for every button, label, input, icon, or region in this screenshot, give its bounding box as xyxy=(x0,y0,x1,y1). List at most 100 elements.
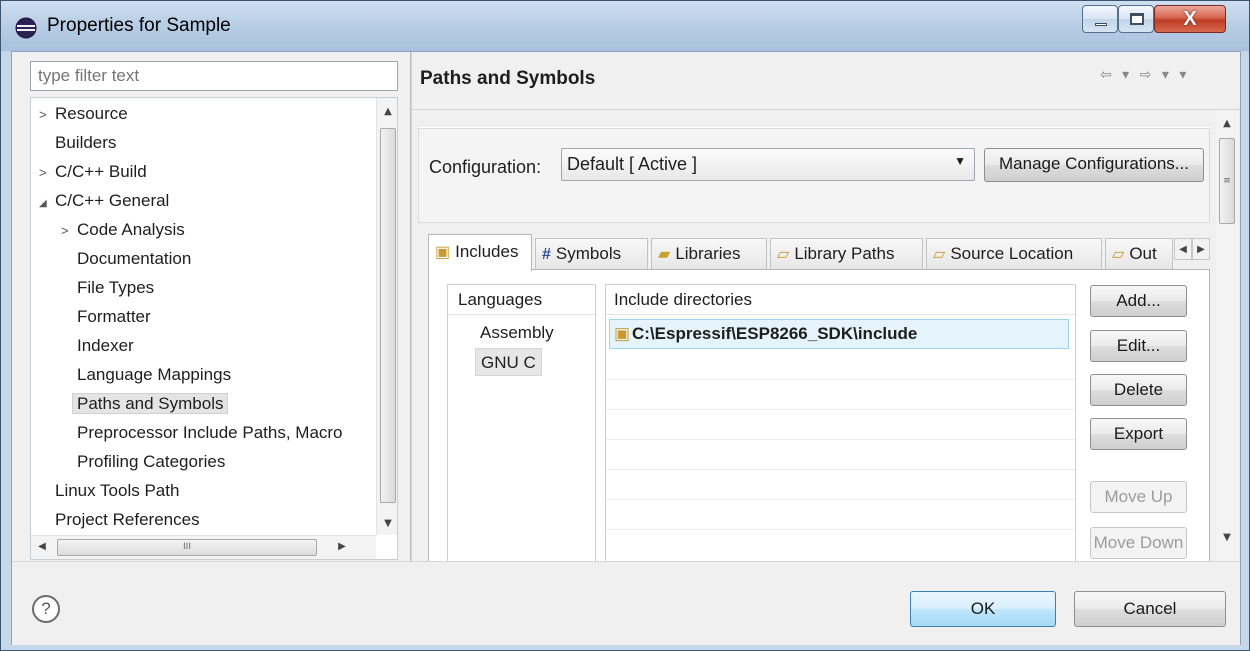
tree-item-documentation[interactable]: Documentation xyxy=(77,245,191,273)
tree-horizontal-scrollbar[interactable]: ◀ III ▶ xyxy=(31,535,376,559)
scroll-up-icon[interactable]: ▲ xyxy=(377,106,397,117)
export-button[interactable]: Export xyxy=(1090,418,1187,450)
page-title: Paths and Symbols xyxy=(420,68,596,89)
move-up-button[interactable]: Move Up xyxy=(1090,481,1187,513)
tree-item-label: Linux Tools Path xyxy=(55,481,180,500)
move-down-button[interactable]: Move Down xyxy=(1090,527,1187,559)
page-content: Configuration: Default [ Active ] ▼ Mana… xyxy=(418,127,1210,563)
tab-label: Libraries xyxy=(675,244,741,263)
chevron-right-icon[interactable]: > xyxy=(61,217,77,245)
tab-scroll-right-icon[interactable]: ▶ xyxy=(1192,238,1210,260)
scrollbar-thumb[interactable] xyxy=(380,128,396,503)
eclipse-logo-icon xyxy=(15,17,37,39)
tree-item-language-mappings[interactable]: Language Mappings xyxy=(77,361,231,389)
include-directory-entry[interactable]: ▣ C:\Espressif\ESP8266_SDK\include xyxy=(609,319,1069,349)
language-item-gnu-c[interactable]: GNU C xyxy=(475,348,542,376)
tree-item-code-analysis[interactable]: > Code Analysis xyxy=(61,216,185,244)
include-directories-header: Include directories xyxy=(606,285,1075,315)
languages-list: Languages Assembly GNU C xyxy=(447,284,596,563)
tree-item-label: Code Analysis xyxy=(77,220,185,239)
tree-item-label: Indexer xyxy=(77,336,134,355)
filter-input[interactable] xyxy=(30,61,398,91)
scroll-left-icon[interactable]: ◀ xyxy=(31,541,53,552)
tab-libraries[interactable]: ▰ Libraries xyxy=(651,238,767,270)
tab-source-location[interactable]: ▱ Source Location xyxy=(926,238,1102,270)
tree-item-builders[interactable]: Builders xyxy=(55,129,116,157)
tree-vertical-scrollbar[interactable]: ▲ ▼ xyxy=(376,98,397,535)
add-button[interactable]: Add... xyxy=(1090,285,1187,317)
tab-label: Library Paths xyxy=(794,244,895,263)
tree-item-project-references[interactable]: Project References xyxy=(55,506,200,534)
scroll-up-icon[interactable]: ▲ xyxy=(1216,118,1238,129)
close-button[interactable]: X xyxy=(1154,5,1226,33)
configuration-value: Default [ Active ] xyxy=(567,154,698,174)
expanded-triangle-icon[interactable]: ◢ xyxy=(39,190,55,218)
language-item-assembly[interactable]: Assembly xyxy=(480,319,554,347)
tree-item-file-types[interactable]: File Types xyxy=(77,274,154,302)
tree-item-preprocessor-include-paths[interactable]: Preprocessor Include Paths, Macro xyxy=(77,419,377,447)
table-row-divider xyxy=(606,499,1075,500)
history-navigation-icons[interactable]: ⇦ ▾ ⇨ ▾ ▾ xyxy=(1100,67,1189,83)
tab-label: Includes xyxy=(455,242,519,261)
include-directory-path: C:\Espressif\ESP8266_SDK\include xyxy=(632,324,918,343)
tree-item-label: Formatter xyxy=(77,307,151,326)
tree-item-profiling-categories[interactable]: Profiling Categories xyxy=(77,448,225,476)
table-row-divider xyxy=(606,469,1075,470)
tab-symbols[interactable]: # Symbols xyxy=(535,238,648,270)
chevron-right-icon[interactable]: > xyxy=(39,159,55,187)
table-row-divider xyxy=(606,409,1075,410)
tree-item-resource[interactable]: > Resource xyxy=(39,100,128,128)
scrollbar-thumb[interactable]: III xyxy=(57,539,317,556)
dialog-client-area: >Resource Builders >C/C++ Build ◢C/C++ G… xyxy=(11,51,1241,645)
delete-button[interactable]: Delete xyxy=(1090,374,1187,406)
tree-item-label: C/C++ General xyxy=(55,191,170,210)
books-icon: ▰ xyxy=(658,246,671,263)
tab-label: Source Location xyxy=(950,244,1074,263)
scroll-down-icon[interactable]: ▼ xyxy=(377,518,397,529)
content-vertical-scrollbar[interactable]: ▲ ≡ ▼ xyxy=(1216,110,1238,561)
configuration-label: Configuration: xyxy=(429,157,542,177)
dropdown-arrow-icon[interactable]: ▼ xyxy=(954,154,966,168)
edit-button[interactable]: Edit... xyxy=(1090,330,1187,362)
tree-item-label: Documentation xyxy=(77,249,192,268)
chevron-right-icon[interactable]: > xyxy=(39,101,55,129)
folder-source-icon: ▱ xyxy=(933,246,946,263)
scrollbar-thumb[interactable]: ≡ xyxy=(1219,138,1235,224)
tree-item-label: C/C++ Build xyxy=(55,162,147,181)
cancel-button[interactable]: Cancel xyxy=(1074,591,1226,627)
window-title: Properties for Sample xyxy=(47,15,231,36)
tab-output-location[interactable]: ▱ Out xyxy=(1105,238,1173,270)
dialog-footer: ? OK Cancel xyxy=(12,561,1240,645)
tree-item-paths-and-symbols[interactable]: Paths and Symbols xyxy=(72,390,229,418)
tree-item-label: Language Mappings xyxy=(77,365,232,384)
left-navigation-pane: >Resource Builders >C/C++ Build ◢C/C++ G… xyxy=(12,52,410,561)
tree-item-label: Project References xyxy=(55,510,200,529)
minimize-button[interactable] xyxy=(1082,5,1118,33)
languages-header: Languages xyxy=(448,285,595,315)
scroll-right-icon[interactable]: ▶ xyxy=(331,541,353,552)
tree-item-formatter[interactable]: Formatter xyxy=(77,303,151,331)
tree-item-cpp-general[interactable]: ◢ C/C++ General xyxy=(39,187,169,215)
scroll-down-icon[interactable]: ▼ xyxy=(1216,532,1238,543)
tab-library-paths[interactable]: ▱ Library Paths xyxy=(770,238,923,270)
tree-item-label: Profiling Categories xyxy=(77,452,226,471)
title-separator xyxy=(412,109,1240,110)
tree-item-linux-tools-path[interactable]: Linux Tools Path xyxy=(55,477,179,505)
maximize-button[interactable] xyxy=(1118,5,1154,33)
help-icon[interactable]: ? xyxy=(32,595,60,623)
table-row-divider xyxy=(606,379,1075,380)
tree-item-label: Resource xyxy=(55,104,128,123)
main-area: >Resource Builders >C/C++ Build ◢C/C++ G… xyxy=(12,52,1240,563)
ok-button[interactable]: OK xyxy=(910,591,1056,627)
tab-label: Symbols xyxy=(555,244,622,263)
property-tree: > Resource Builders > C/C++ Build ◢ C/C++ G… xyxy=(30,97,398,560)
tab-includes[interactable]: ▣ Includes xyxy=(428,234,532,271)
hash-icon: # xyxy=(542,246,551,263)
tree-item-indexer[interactable]: Indexer xyxy=(77,332,134,360)
configuration-select[interactable]: Default [ Active ] ▼ xyxy=(561,148,975,181)
tab-scroll-left-icon[interactable]: ◀ xyxy=(1174,238,1192,260)
tab-bar: ▣ Includes # Symbols ▰ Libraries ▱ Library P… xyxy=(428,234,1210,271)
manage-configurations-button[interactable]: Manage Configurations... xyxy=(984,148,1204,182)
tree-item-cpp-build[interactable]: > C/C++ Build xyxy=(39,158,147,186)
title-bar[interactable]: Properties for Sample X xyxy=(1,1,1249,51)
